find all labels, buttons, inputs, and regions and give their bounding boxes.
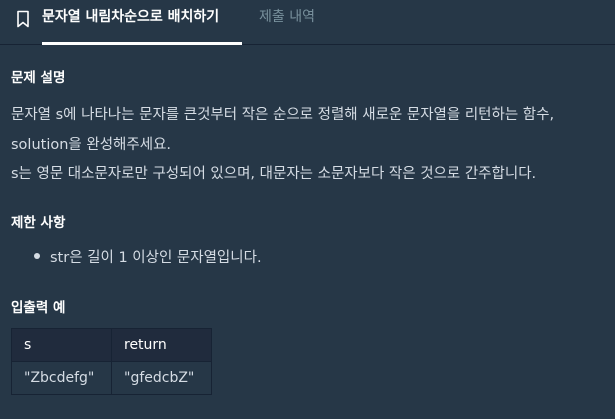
column-header-return: return <box>111 328 212 362</box>
description-line-3: s는 영문 대소문자로만 구성되어 있으며, 대문자는 소문자보다 작은 것으로… <box>11 166 537 182</box>
constraint-item: str은 길이 1 이상인 문자열입니다. <box>50 250 262 266</box>
bullet-icon <box>34 253 40 259</box>
tab-problem[interactable]: 문자열 내림차순으로 배치하기 <box>42 0 219 45</box>
constraints-heading: 제한 사항 <box>11 215 66 231</box>
description-line-2: solution을 완성해주세요. <box>11 137 172 153</box>
column-header-s: s <box>11 328 112 362</box>
active-tab-indicator <box>42 42 242 45</box>
description-heading: 문제 설명 <box>11 70 66 86</box>
io-example-table: s return "Zbcdefg" "gfedcbZ" <box>11 328 212 395</box>
example-input: "Zbcdefg" <box>11 361 112 395</box>
tab-submissions[interactable]: 제출 내역 <box>259 0 315 45</box>
examples-heading: 입출력 예 <box>11 300 66 316</box>
tab-bar: 문자열 내림차순으로 배치하기 제출 내역 <box>0 0 615 45</box>
bookmark-icon[interactable] <box>16 10 30 28</box>
table-row: "Zbcdefg" "gfedcbZ" <box>11 361 212 395</box>
example-output: "gfedcbZ" <box>111 361 212 395</box>
table-header-row: s return <box>11 328 212 362</box>
description-line-1: 문자열 s에 나타나는 문자를 큰것부터 작은 순으로 정렬해 새로운 문자열을… <box>11 107 555 123</box>
